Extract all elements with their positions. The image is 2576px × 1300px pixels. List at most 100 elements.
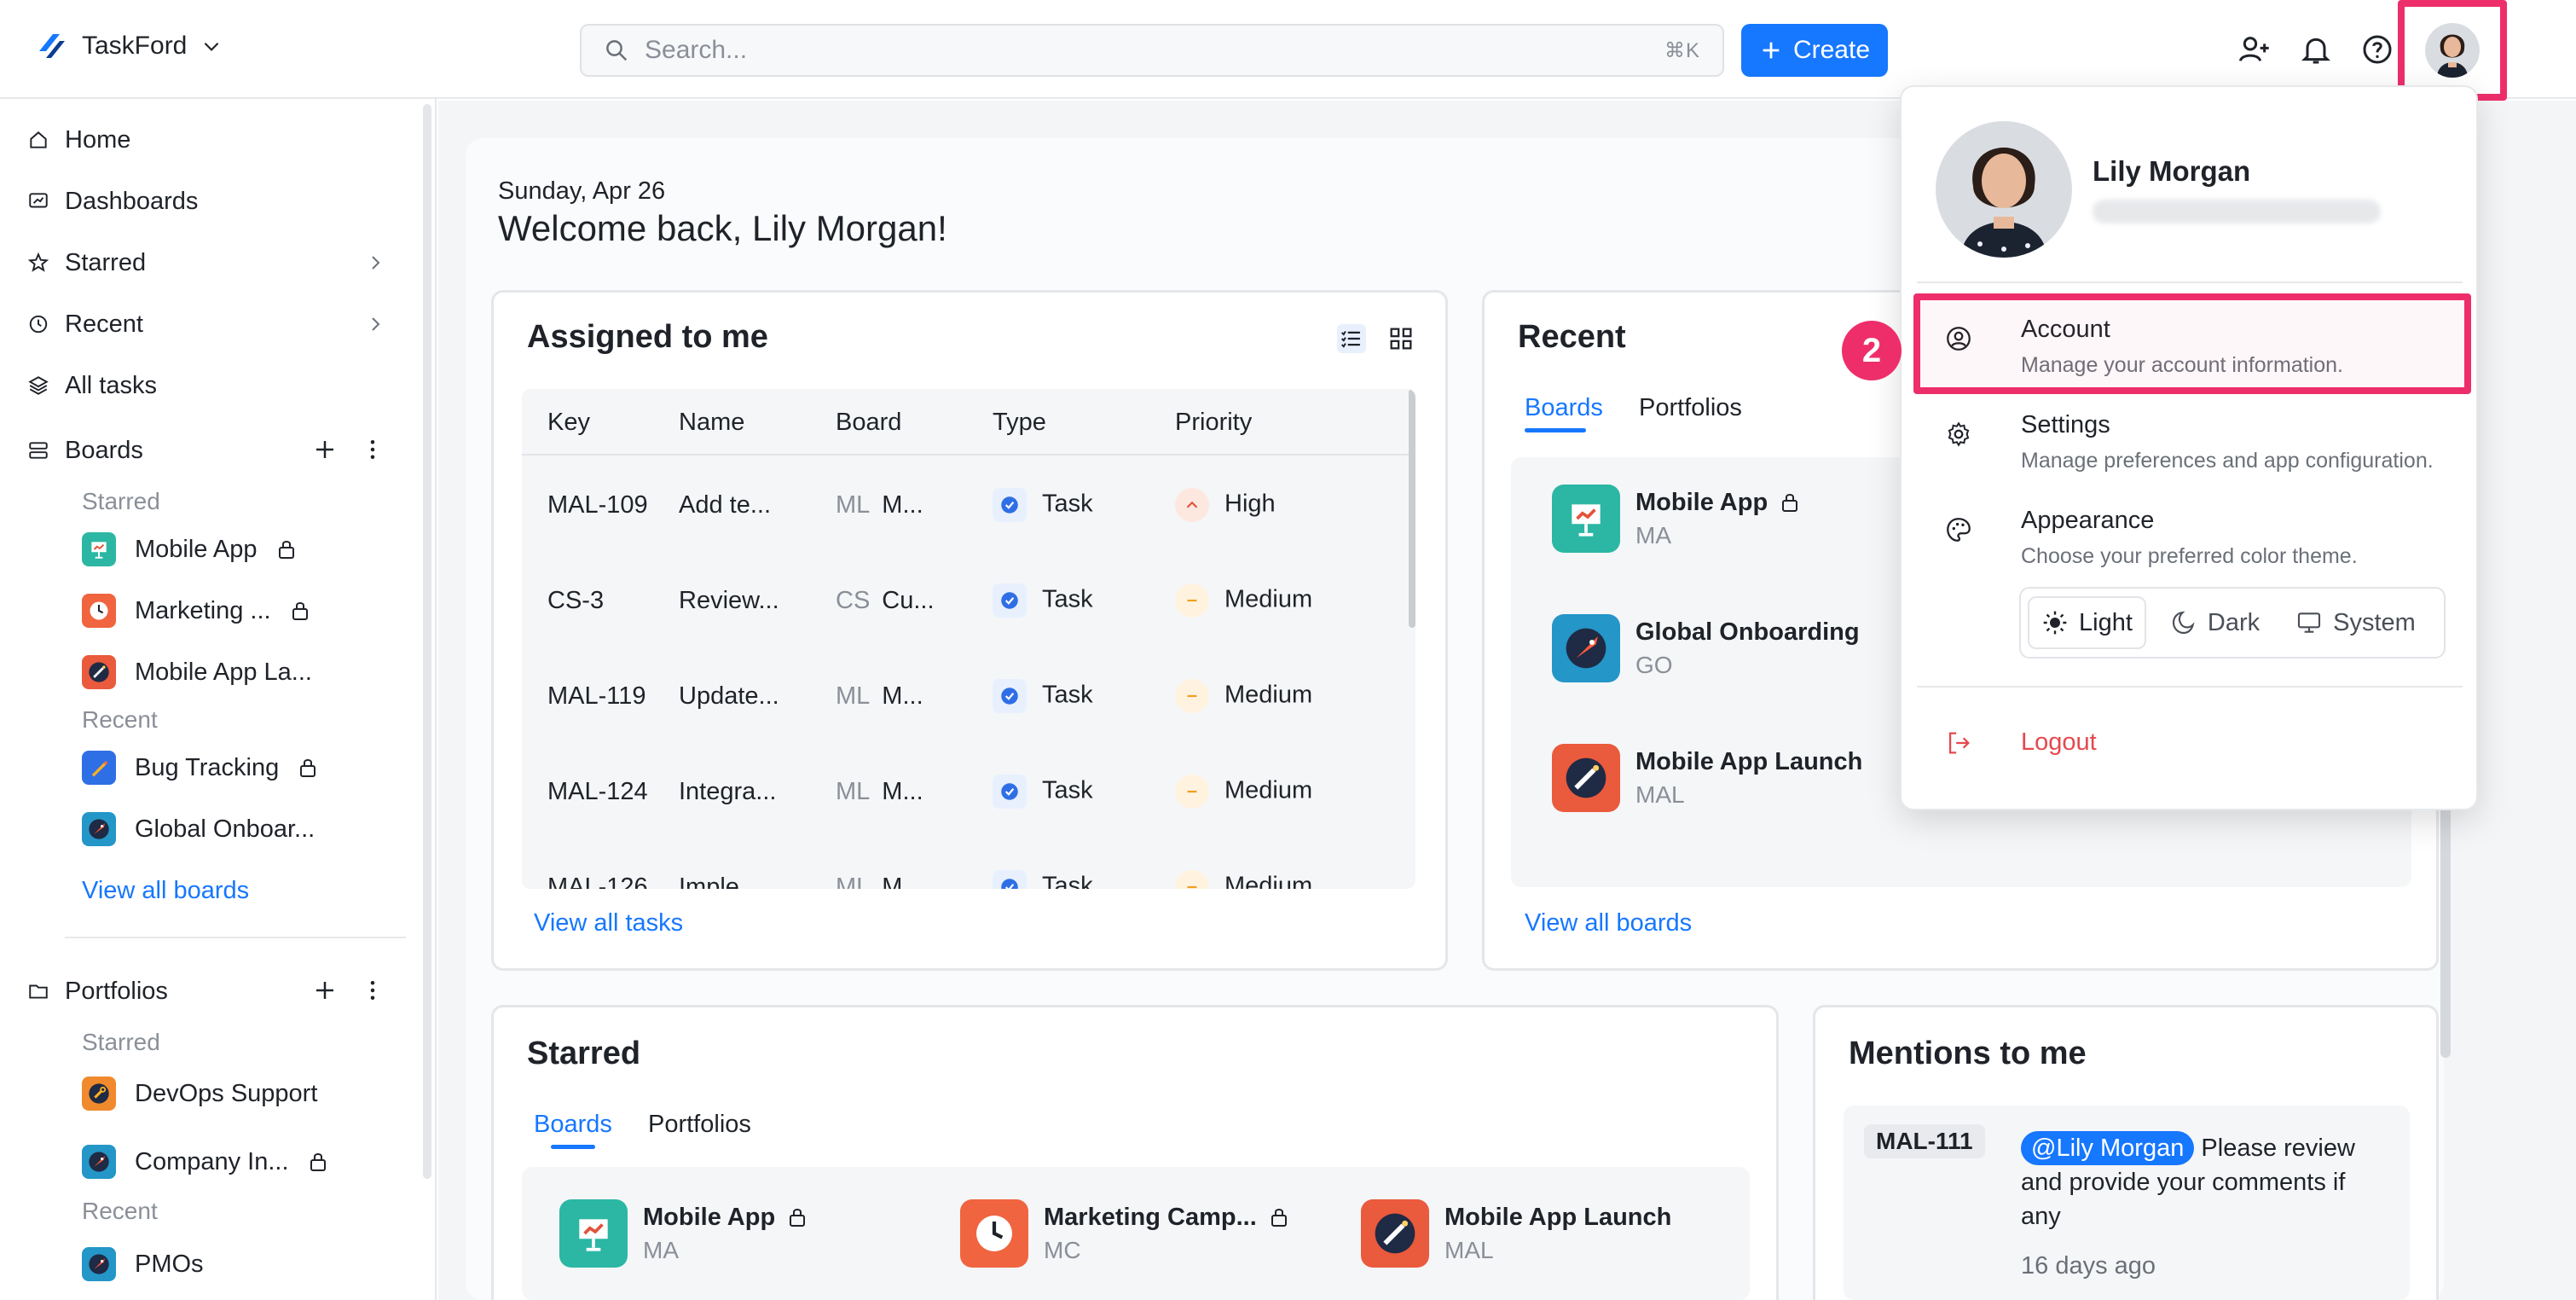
user-menu-dropdown: Lily Morgan Account Manage your account … bbox=[1900, 85, 2478, 810]
board-clock-icon bbox=[82, 594, 116, 628]
portfolios-recent-heading: Recent bbox=[82, 1198, 158, 1224]
sidebar-item-home[interactable]: Home bbox=[27, 116, 130, 164]
current-date: Sunday, Apr 26 bbox=[498, 177, 666, 205]
table-row[interactable]: MAL-124 Integra... ML M... Task Medium bbox=[522, 768, 1409, 815]
board-clock-icon bbox=[960, 1199, 1028, 1268]
sidebar-item-starred[interactable]: Starred bbox=[27, 239, 146, 287]
sidebar-item-label: Recent bbox=[65, 310, 143, 338]
add-portfolio-icon[interactable] bbox=[312, 978, 338, 1003]
menu-item-subtitle: Manage preferences and app configuration… bbox=[2021, 449, 2434, 473]
menu-item-appearance: Appearance Choose your preferred color t… bbox=[1936, 507, 2456, 575]
chevron-right-icon[interactable] bbox=[365, 252, 385, 273]
dropdown-divider bbox=[1917, 281, 2463, 283]
task-name: Update... bbox=[679, 682, 779, 710]
sidebar-item-recent[interactable]: Recent bbox=[27, 300, 143, 348]
sidebar-portfolio-devops[interactable]: DevOps Support bbox=[82, 1071, 317, 1116]
sidebar-item-all-tasks[interactable]: All tasks bbox=[27, 362, 157, 409]
board-rocket-icon bbox=[1552, 614, 1620, 682]
view-all-tasks-link[interactable]: View all tasks bbox=[534, 909, 683, 937]
sidebar-board-global-onboarding[interactable]: Global Onboar... bbox=[82, 807, 315, 851]
starred-board-mobile-app-launch[interactable]: Mobile App Launch MAL bbox=[1361, 1199, 1671, 1268]
search-input[interactable]: Search... ⌘K bbox=[580, 24, 1724, 77]
table-row[interactable]: CS-3 Review... CS Cu... Task Medium bbox=[522, 577, 1409, 624]
grid-view-icon[interactable] bbox=[1386, 324, 1415, 353]
lock-icon bbox=[310, 1153, 326, 1171]
board-key: MA bbox=[1635, 521, 1671, 548]
recent-title: Recent bbox=[1518, 319, 1626, 355]
task-priority: Medium bbox=[1224, 681, 1313, 709]
sidebar-item-dashboards[interactable]: Dashboards bbox=[27, 177, 198, 225]
sidebar-item-boards[interactable]: Boards bbox=[27, 427, 143, 474]
task-name: Review... bbox=[679, 586, 779, 614]
board-presentation-icon bbox=[559, 1199, 628, 1268]
board-wand-icon bbox=[1552, 744, 1620, 812]
gear-icon bbox=[1936, 411, 1982, 457]
table-row[interactable]: MAL-126 Imple... ML M... Task Medium bbox=[522, 863, 1409, 889]
monitor-icon bbox=[2298, 612, 2321, 633]
recent-board-mobile-app-launch[interactable]: Mobile App Launch MAL bbox=[1552, 744, 1862, 812]
mention-time: 16 days ago bbox=[2021, 1252, 2156, 1280]
theme-option-light[interactable]: Light bbox=[2028, 596, 2146, 649]
sidebar-portfolio-pmos[interactable]: PMOs bbox=[82, 1242, 204, 1286]
mention-text-3: any bbox=[2021, 1203, 2061, 1230]
board-name: M... bbox=[882, 873, 923, 890]
chevron-right-icon[interactable] bbox=[365, 314, 385, 334]
view-all-boards-link[interactable]: View all boards bbox=[82, 877, 249, 905]
board-name: Cu... bbox=[882, 586, 935, 614]
sidebar-board-mobile-app[interactable]: Mobile App bbox=[82, 527, 297, 572]
add-board-icon[interactable] bbox=[312, 437, 338, 462]
starred-board-mobile-app[interactable]: Mobile App MA bbox=[559, 1199, 808, 1268]
tab-portfolios[interactable]: Portfolios bbox=[1639, 394, 1742, 422]
sidebar-board-mobile-app-launch[interactable]: Mobile App La... bbox=[82, 650, 312, 694]
chevron-down-icon bbox=[205, 42, 219, 51]
mentions-title: Mentions to me bbox=[1849, 1036, 2087, 1071]
search-placeholder: Search... bbox=[645, 36, 748, 64]
bell-icon[interactable] bbox=[2299, 32, 2333, 67]
menu-item-settings[interactable]: Settings Manage preferences and app conf… bbox=[1936, 411, 2456, 479]
lock-icon bbox=[292, 602, 308, 620]
theme-option-system[interactable]: System bbox=[2284, 596, 2428, 649]
workspace-switcher[interactable]: TaskFord bbox=[34, 29, 223, 63]
table-scrollbar[interactable] bbox=[1409, 389, 1415, 628]
tab-boards[interactable]: Boards bbox=[1525, 394, 1603, 422]
starred-board-marketing[interactable]: Marketing Camp... MC bbox=[960, 1199, 1289, 1268]
sidebar-board-bug-tracking[interactable]: Bug Tracking bbox=[82, 746, 318, 790]
sidebar-item-portfolios[interactable]: Portfolios bbox=[27, 967, 168, 1015]
tab-portfolios[interactable]: Portfolios bbox=[648, 1111, 751, 1139]
task-name: Imple... bbox=[679, 873, 761, 890]
sidebar-portfolio-label: DevOps Support bbox=[135, 1079, 318, 1107]
table-row[interactable]: MAL-109 Add te... ML M... Task High bbox=[522, 481, 1409, 529]
dropdown-divider bbox=[1917, 686, 2463, 688]
sidebar-scrollbar[interactable] bbox=[423, 104, 431, 1179]
board-presentation-icon bbox=[1552, 485, 1620, 553]
view-all-boards-link[interactable]: View all boards bbox=[1525, 909, 1692, 937]
app-name: TaskFord bbox=[82, 32, 188, 60]
more-vertical-icon[interactable] bbox=[360, 437, 385, 462]
sidebar-board-label: Marketing ... bbox=[135, 596, 271, 624]
more-vertical-icon[interactable] bbox=[360, 978, 385, 1003]
task-type: Task bbox=[1042, 681, 1093, 709]
add-user-icon[interactable] bbox=[2237, 32, 2272, 67]
list-view-icon[interactable] bbox=[1337, 324, 1366, 353]
mention-task-key[interactable]: MAL-111 bbox=[1864, 1124, 1985, 1158]
mention-text-2: and provide your comments if bbox=[2021, 1169, 2346, 1196]
mention-user-chip[interactable]: @Lily Morgan bbox=[2021, 1131, 2195, 1165]
sidebar-item-label: Portfolios bbox=[65, 977, 168, 1005]
tab-boards[interactable]: Boards bbox=[534, 1111, 612, 1139]
theme-option-dark[interactable]: Dark bbox=[2158, 596, 2272, 649]
board-initials: CS bbox=[836, 586, 871, 614]
plus-icon bbox=[1763, 42, 1780, 59]
table-row[interactable]: MAL-119 Update... ML M... Task Medium bbox=[522, 672, 1409, 720]
recent-board-mobile-app[interactable]: Mobile App MA bbox=[1552, 485, 1800, 553]
sidebar-item-label: Starred bbox=[65, 248, 147, 276]
sidebar-portfolio-company[interactable]: Company In... bbox=[82, 1140, 328, 1184]
task-key: MAL-126 bbox=[547, 873, 648, 890]
help-icon[interactable] bbox=[2360, 32, 2394, 67]
board-wand-icon bbox=[82, 655, 116, 689]
menu-item-logout[interactable]: Logout bbox=[1936, 720, 2456, 771]
recent-board-global-onboarding[interactable]: Global Onboarding GO bbox=[1552, 614, 1860, 682]
board-key: MAL bbox=[1635, 781, 1685, 808]
col-name: Name bbox=[679, 408, 745, 436]
create-button[interactable]: Create bbox=[1741, 24, 1888, 77]
sidebar-board-marketing[interactable]: Marketing ... bbox=[82, 589, 310, 633]
